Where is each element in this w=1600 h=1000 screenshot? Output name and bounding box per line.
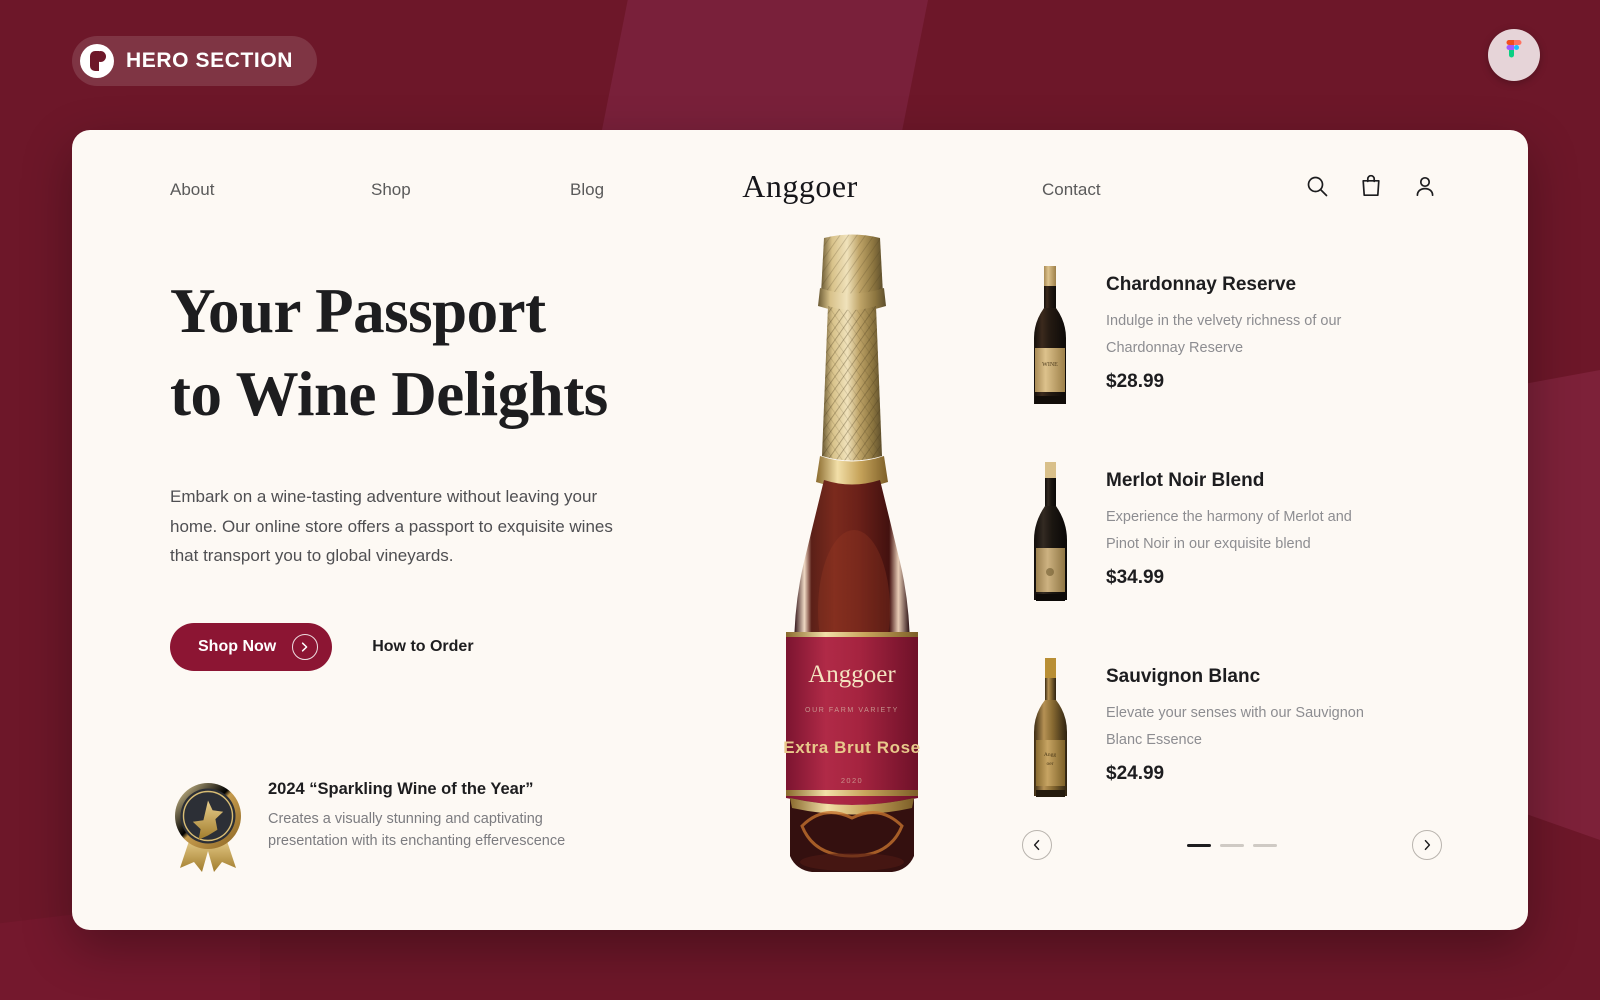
figma-icon[interactable]: [1488, 29, 1540, 81]
nav-link-shop[interactable]: Shop: [371, 180, 411, 200]
shop-now-label: Shop Now: [198, 637, 277, 655]
award-text: 2024 “Sparkling Wine of the Year” Create…: [268, 780, 598, 853]
bottle-brand-text: Anggoer: [808, 661, 896, 688]
product-price: $24.99: [1106, 763, 1165, 785]
svg-text:WINE: WINE: [1042, 362, 1058, 368]
product-name: Sauvignon Blanc: [1106, 666, 1261, 687]
product-info: Sauvignon Blanc Elevate your senses with…: [1106, 652, 1366, 785]
product-info: Chardonnay Reserve Indulge in the velvet…: [1106, 260, 1366, 393]
background-shape-top: [600, 0, 930, 140]
shopping-bag-icon[interactable]: [1360, 174, 1382, 202]
svg-text:oer: oer: [1046, 761, 1053, 767]
hero-section-badge: HERO SECTION: [72, 36, 318, 86]
bottle-subtitle-text: OUR FARM VARIETY: [805, 707, 899, 714]
product-description: Experience the harmony of Merlot and Pin…: [1106, 509, 1352, 552]
wine-bottle-sauvignon-icon: Angg oer: [1022, 652, 1078, 802]
product-info: Merlot Noir Blend Experience the harmony…: [1106, 456, 1366, 589]
hero-bottle-image: Anggoer OUR FARM VARIETY Extra Brut Rose…: [732, 230, 972, 890]
wine-bottle-chardonnay-icon: WINE: [1022, 260, 1078, 410]
how-to-order-link[interactable]: How to Order: [372, 638, 473, 656]
hero-left-column: Your Passport to Wine Delights Embark on…: [170, 270, 710, 671]
product-price: $34.99: [1106, 567, 1165, 589]
cta-row: Shop Now How to Order: [170, 622, 710, 671]
carousel-controls: [1022, 830, 1442, 860]
carousel-dot-2[interactable]: [1220, 843, 1244, 847]
hero-subcopy: Embark on a wine-tasting adventure witho…: [170, 487, 613, 566]
product-description: Indulge in the velvety richness of our C…: [1106, 313, 1342, 356]
carousel-dot-3[interactable]: [1253, 843, 1277, 847]
hero-card: About Shop Blog Anggoer Contact Your Pas…: [72, 130, 1528, 930]
product-card[interactable]: Angg oer Sauvignon Blanc Elevate your se…: [1022, 652, 1442, 812]
nav-link-contact[interactable]: Contact: [1042, 180, 1101, 200]
headline-line-1: Your Passport: [170, 276, 546, 346]
hero-section-badge-label: HERO SECTION: [126, 49, 294, 72]
product-card[interactable]: Merlot Noir Blend Experience the harmony…: [1022, 456, 1442, 616]
wine-bottle-merlot-icon: [1022, 456, 1078, 606]
bottle-year-text: 2020: [841, 776, 863, 785]
shop-now-button[interactable]: Shop Now: [170, 622, 333, 671]
navbar-icons: [1306, 174, 1436, 202]
product-price: $28.99: [1106, 371, 1165, 393]
carousel-dot-1[interactable]: [1187, 843, 1211, 847]
product-card[interactable]: WINE Chardonnay Reserve Indulge in the v…: [1022, 260, 1442, 420]
product-name: Chardonnay Reserve: [1106, 274, 1297, 295]
nav-link-about[interactable]: About: [170, 180, 214, 200]
search-icon[interactable]: [1306, 175, 1328, 202]
bottle-variant-text: Extra Brut Rose: [783, 738, 920, 757]
award-title: 2024 “Sparkling Wine of the Year”: [268, 780, 534, 798]
award-block: 2024 “Sparkling Wine of the Year” Create…: [170, 780, 650, 872]
page-title: Your Passport to Wine Delights: [170, 270, 710, 436]
award-medal-icon: [170, 780, 246, 872]
carousel-prev-button[interactable]: [1022, 830, 1052, 860]
product-description: Elevate your senses with our Sauvignon B…: [1106, 705, 1364, 748]
nav-link-blog[interactable]: Blog: [570, 180, 604, 200]
carousel-dots: [1187, 843, 1277, 847]
carousel-next-button[interactable]: [1412, 830, 1442, 860]
user-account-icon[interactable]: [1414, 175, 1436, 202]
product-list: WINE Chardonnay Reserve Indulge in the v…: [1022, 260, 1442, 812]
award-description: Creates a visually stunning and captivat…: [268, 811, 566, 850]
product-logo-icon: [80, 44, 114, 78]
product-name: Merlot Noir Blend: [1106, 470, 1265, 491]
headline-line-2: to Wine Delights: [170, 359, 608, 430]
brand-logo[interactable]: Anggoer: [692, 168, 908, 205]
svg-text:Angg: Angg: [1044, 752, 1056, 758]
arrow-right-icon: [292, 633, 319, 660]
